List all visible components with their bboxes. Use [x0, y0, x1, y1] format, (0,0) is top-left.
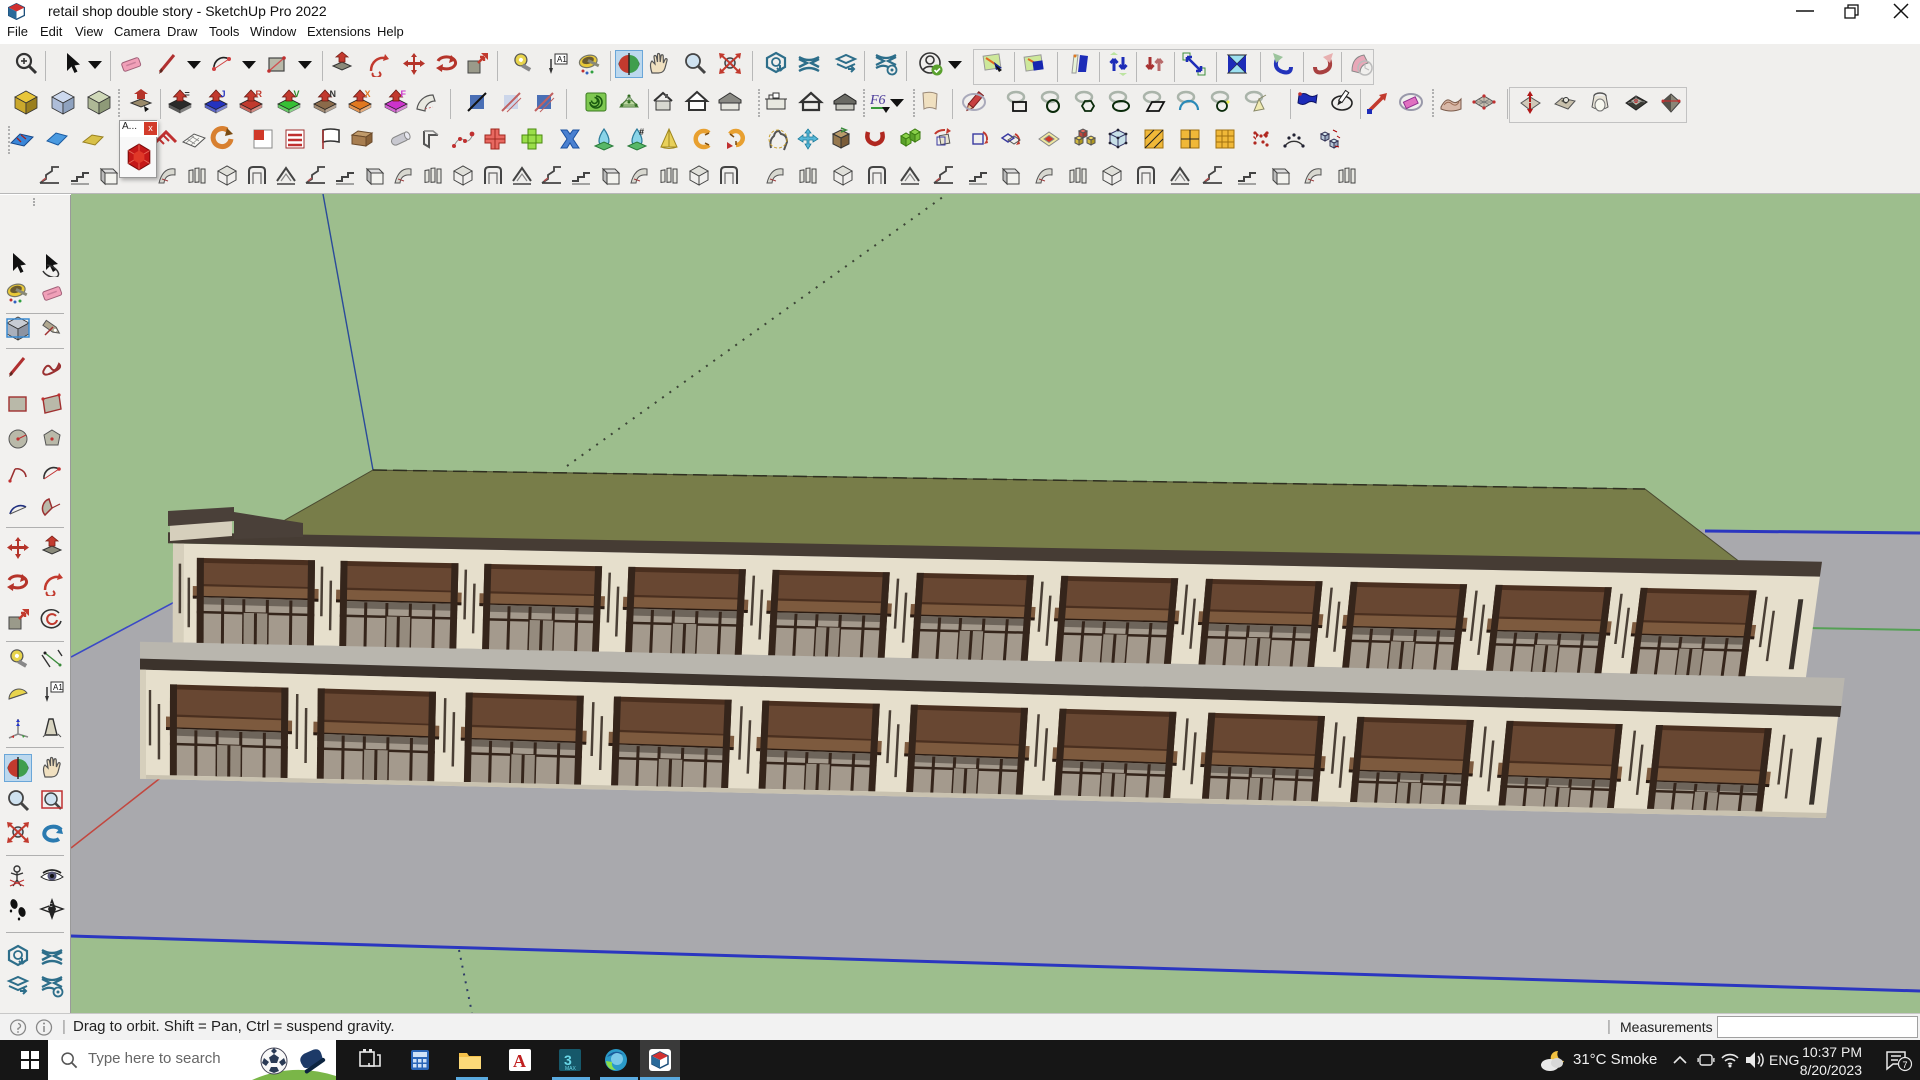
svg-text:A1: A1 — [53, 683, 63, 692]
svg-text:F: F — [401, 89, 407, 99]
svg-text:X: X — [365, 89, 371, 99]
svg-text:A: A — [513, 1051, 526, 1071]
svg-text:V: V — [294, 89, 300, 99]
svg-text:A1: A1 — [557, 55, 567, 64]
svg-text:C: C — [49, 903, 53, 909]
svg-text:R: R — [256, 89, 263, 99]
svg-text:J: J — [221, 89, 226, 99]
svg-text:N: N — [330, 89, 337, 99]
svg-text:7: 7 — [1903, 1060, 1908, 1070]
svg-text:MAX: MAX — [565, 1066, 577, 1072]
svg-text:#: # — [639, 127, 644, 137]
svg-text:=: = — [185, 89, 190, 99]
